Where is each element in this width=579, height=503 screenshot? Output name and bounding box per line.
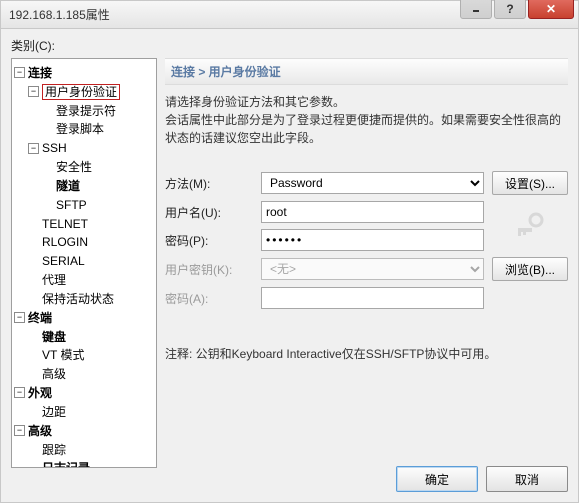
browse-button[interactable]: 浏览(B)... <box>492 257 568 281</box>
ok-button[interactable]: 确定 <box>396 466 478 492</box>
tree-login-script[interactable]: 登录脚本 <box>56 122 104 136</box>
passphrase-label: 密码(A): <box>165 290 253 307</box>
key-icon <box>514 210 546 242</box>
titlebar: 192.168.1.185属性 ? ✕ <box>0 0 579 28</box>
tree-security[interactable]: 安全性 <box>56 160 92 174</box>
category-label: 类别(C): <box>11 37 568 54</box>
tree-terminal[interactable]: 终端 <box>28 311 52 325</box>
userkey-label: 用户密钥(K): <box>165 261 253 278</box>
expand-icon[interactable]: − <box>14 387 25 398</box>
tree-proxy[interactable]: 代理 <box>42 273 66 287</box>
tree-serial[interactable]: SERIAL <box>42 254 85 268</box>
tree-keepalive[interactable]: 保持活动状态 <box>42 292 114 306</box>
tree-rlogin[interactable]: RLOGIN <box>42 235 88 249</box>
expand-icon[interactable]: − <box>28 86 39 97</box>
note-text: 注释: 公钥和Keyboard Interactive仅在SSH/SFTP协议中… <box>165 345 568 362</box>
expand-icon[interactable]: − <box>28 143 39 154</box>
tree-sftp[interactable]: SFTP <box>56 198 87 212</box>
tree-margin[interactable]: 边距 <box>42 405 66 419</box>
expand-icon[interactable]: − <box>14 67 25 78</box>
auth-form: 方法(M): Password 设置(S)... 用户名(U): 密码(P): … <box>165 171 568 309</box>
tree-appearance[interactable]: 外观 <box>28 386 52 400</box>
tree-connection[interactable]: 连接 <box>28 66 52 80</box>
tree-tunnel[interactable]: 隧道 <box>56 179 80 193</box>
right-panel: 连接 > 用户身份验证 请选择身份验证方法和其它参数。 会话属性中此部分是为了登… <box>165 58 568 492</box>
method-label: 方法(M): <box>165 175 253 192</box>
tree-auth[interactable]: 用户身份验证 <box>42 84 120 100</box>
description-line2: 会话属性中此部分是为了登录过程更便捷而提供的。如果需要安全性很高的状态的话建议您… <box>165 111 568 147</box>
passphrase-input <box>261 287 484 309</box>
username-input[interactable] <box>261 201 484 223</box>
titlebar-buttons: ? ✕ <box>460 0 574 19</box>
split-pane: −连接 −用户身份验证 登录提示符 登录脚本 −SSH 安全性 <box>11 58 568 492</box>
window-title: 192.168.1.185属性 <box>9 6 110 23</box>
settings-button[interactable]: 设置(S)... <box>492 171 568 195</box>
tree-logging[interactable]: 日志记录 <box>42 461 90 468</box>
username-label: 用户名(U): <box>165 204 253 221</box>
tree-vtmode[interactable]: VT 模式 <box>42 348 84 362</box>
userkey-select: <无> <box>261 258 484 280</box>
footer: 确定 取消 <box>165 458 568 492</box>
description-line1: 请选择身份验证方法和其它参数。 <box>165 93 568 111</box>
minimize-button[interactable] <box>460 0 492 19</box>
breadcrumb: 连接 > 用户身份验证 <box>165 58 568 85</box>
method-select[interactable]: Password <box>261 172 484 194</box>
tree-login-prompt[interactable]: 登录提示符 <box>56 103 116 117</box>
help-button[interactable]: ? <box>494 0 526 19</box>
category-tree[interactable]: −连接 −用户身份验证 登录提示符 登录脚本 −SSH 安全性 <box>11 58 157 468</box>
properties-window: 192.168.1.185属性 ? ✕ 类别(C): −连接 −用户身份验证 登… <box>0 0 579 503</box>
expand-icon[interactable]: − <box>14 425 25 436</box>
cancel-button[interactable]: 取消 <box>486 466 568 492</box>
tree-ssh[interactable]: SSH <box>42 141 67 155</box>
tree-telnet[interactable]: TELNET <box>42 216 88 230</box>
tree-advanced2[interactable]: 高级 <box>28 424 52 438</box>
close-button[interactable]: ✕ <box>528 0 574 19</box>
password-input[interactable] <box>261 229 484 251</box>
password-label: 密码(P): <box>165 232 253 249</box>
body: 类别(C): −连接 −用户身份验证 登录提示符 登录脚本 −SSH <box>0 28 579 503</box>
expand-icon[interactable]: − <box>14 312 25 323</box>
tree-keyboard[interactable]: 键盘 <box>42 329 66 343</box>
tree-trace[interactable]: 跟踪 <box>42 442 66 456</box>
tree-advanced[interactable]: 高级 <box>42 367 66 381</box>
